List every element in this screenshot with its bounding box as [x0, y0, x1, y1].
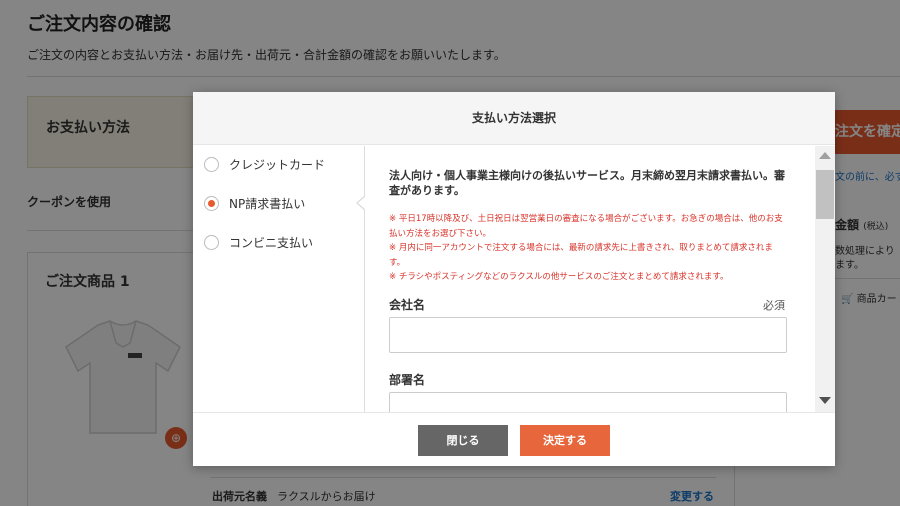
payment-method-modal: 支払い方法選択 クレジットカード NP請求書払い コンビニ支払い 法人向け・個人…	[193, 92, 835, 466]
warning-text: ※ チラシやポスティングなどのラクスルの他サービスのご注文とまとめて請求されます…	[389, 272, 729, 282]
scrollbar[interactable]	[815, 146, 835, 412]
option-convenience-store[interactable]: コンビニ支払い	[204, 233, 313, 251]
radio-button-selected[interactable]	[204, 195, 219, 211]
close-button[interactable]: 閉じる	[418, 425, 508, 456]
warning-text: ※ 平日17時以降及び、土日祝日は翌営業日の審査になる場合がございます。お急ぎの…	[389, 214, 783, 239]
modal-footer: 閉じる 決定する	[193, 412, 835, 466]
radio-button[interactable]	[204, 156, 219, 172]
company-name-input[interactable]	[389, 317, 787, 353]
option-np-invoice[interactable]: NP請求書払い	[204, 194, 305, 212]
scrollbar-thumb[interactable]	[816, 170, 834, 219]
option-label: コンビニ支払い	[229, 235, 314, 250]
department-name-label: 部署名	[389, 373, 426, 387]
payment-description: 法人向け・個人事業主様向けの後払いサービス。月末締め翌月末請求書払い。審査があり…	[389, 169, 785, 197]
selection-pointer-inner	[358, 196, 366, 210]
required-badge: 必須	[763, 299, 785, 312]
option-credit-card[interactable]: クレジットカード	[204, 155, 325, 173]
confirm-button[interactable]: 決定する	[520, 425, 610, 456]
option-label: クレジットカード	[229, 157, 326, 172]
scroll-down-arrow-icon[interactable]	[819, 397, 831, 404]
modal-title: 支払い方法選択	[193, 92, 835, 145]
scroll-up-arrow-icon[interactable]	[819, 152, 831, 159]
company-name-label: 会社名	[389, 298, 426, 312]
warning-text: ※ 月内に同一アカウントで注文する場合には、最新の請求先に上書きされ、取りまとめ…	[389, 243, 773, 268]
payment-options-list: クレジットカード NP請求書払い コンビニ支払い	[193, 146, 364, 412]
option-label: NP請求書払い	[229, 196, 306, 211]
payment-detail-panel: 法人向け・個人事業主様向けの後払いサービス。月末締め翌月末請求書払い。審査があり…	[364, 146, 835, 412]
department-name-input[interactable]	[389, 392, 787, 412]
radio-button[interactable]	[204, 234, 219, 250]
